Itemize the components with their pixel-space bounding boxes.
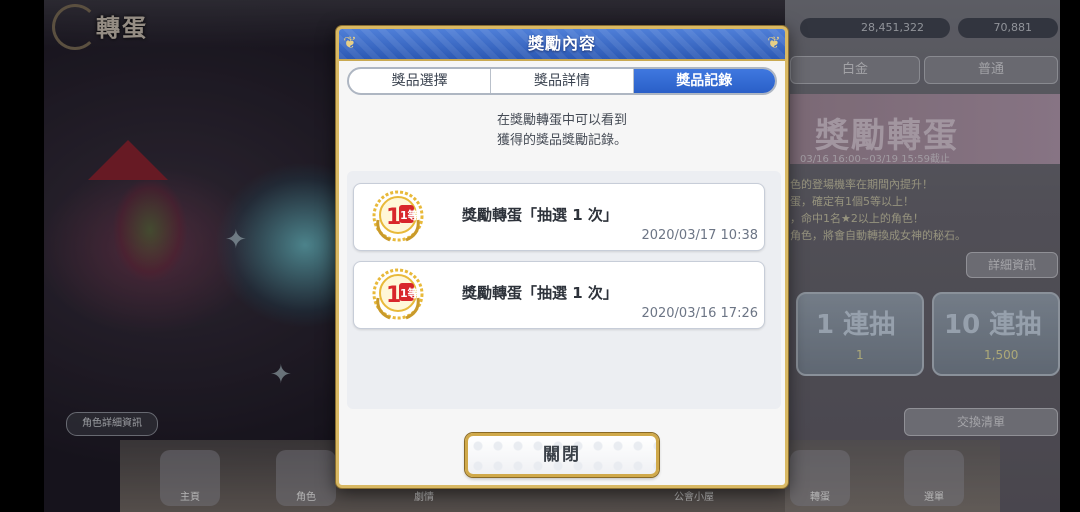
close-button-label: 關閉	[543, 445, 581, 465]
record-timestamp: 2020/03/17 10:38	[641, 228, 758, 243]
record-timestamp: 2020/03/16 17:26	[641, 306, 758, 321]
record-list[interactable]: 1 1等 獎勵轉蛋「抽選 1 次」 2020/03/17 10:38 1 1等 …	[347, 171, 781, 409]
record-title: 獎勵轉蛋「抽選 1 次」	[462, 206, 618, 224]
close-button[interactable]: 關閉	[465, 433, 659, 477]
record-item[interactable]: 1 1等 獎勵轉蛋「抽選 1 次」 2020/03/17 10:38	[353, 183, 765, 251]
reward-content-dialog: ❦ 獎勵內容 ❦ 獎品選擇 獎品詳情 獎品記錄 在獎勵轉蛋中可以看到 獲得的獎品…	[336, 26, 788, 488]
tab-prize-details[interactable]: 獎品詳情	[491, 69, 634, 93]
tab-prize-selection[interactable]: 獎品選擇	[349, 69, 492, 93]
first-prize-medal-icon: 1 1等	[372, 268, 424, 320]
description-line-1: 在獎勵轉蛋中可以看到	[496, 113, 627, 128]
dialog-title: 獎勵內容	[527, 34, 596, 53]
tab-prize-records[interactable]: 獎品記錄	[633, 69, 775, 93]
first-prize-medal-icon: 1 1等	[372, 190, 424, 242]
svg-text:1等: 1等	[400, 286, 419, 300]
dialog-header: ❦ 獎勵內容 ❦	[339, 29, 785, 61]
header-ornament-icon: ❦	[767, 33, 781, 52]
record-title: 獎勵轉蛋「抽選 1 次」	[462, 284, 618, 302]
dialog-tabs: 獎品選擇 獎品詳情 獎品記錄	[347, 67, 777, 95]
description-line-2: 獲得的獎品獎勵記錄。	[496, 133, 627, 148]
dialog-description: 在獎勵轉蛋中可以看到 獲得的獎品獎勵記錄。	[339, 111, 785, 151]
record-item[interactable]: 1 1等 獎勵轉蛋「抽選 1 次」 2020/03/16 17:26	[353, 261, 765, 329]
svg-text:1等: 1等	[400, 208, 419, 222]
header-ornament-icon: ❦	[343, 33, 357, 52]
